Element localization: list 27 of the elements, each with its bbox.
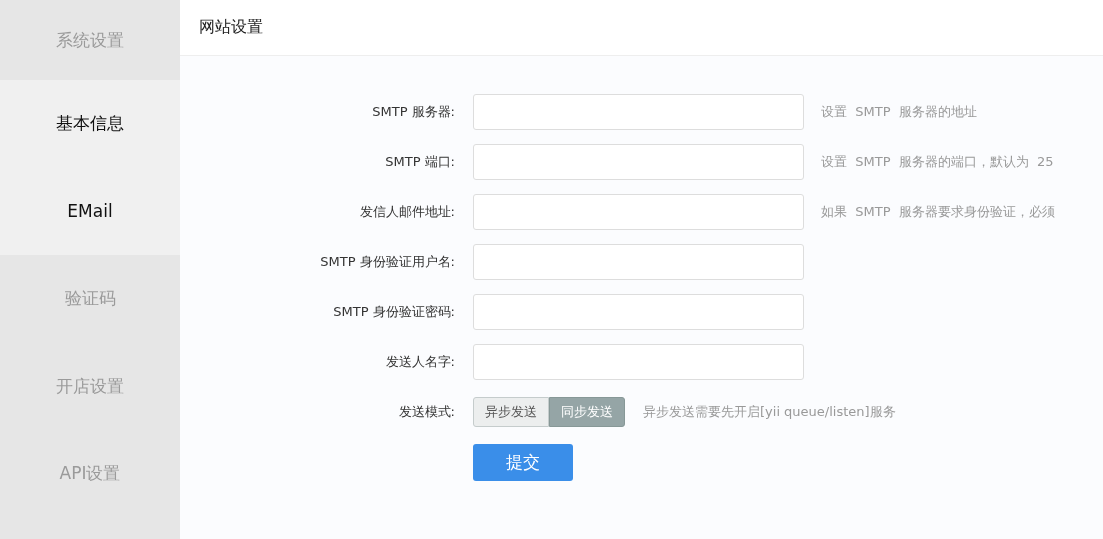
input-field[interactable] <box>473 244 804 280</box>
field-hint: 设置 SMTP 服务器的端口，默认为 25 <box>821 153 1054 171</box>
field-label: 发送模式: <box>397 403 456 421</box>
sidebar-item[interactable]: EMail <box>0 167 180 255</box>
field-hint: 如果 SMTP 服务器要求身份验证，必须 <box>821 203 1055 221</box>
sidebar-item[interactable]: 系统设置 <box>0 0 180 80</box>
field-label: SMTP 服务器: <box>371 103 456 121</box>
mode-option[interactable]: 同步发送 <box>549 397 625 427</box>
sidebar-item[interactable]: 验证码 <box>0 255 180 343</box>
input-field[interactable] <box>473 344 804 380</box>
input-field[interactable] <box>473 94 804 130</box>
sidebar-item[interactable]: 开店设置 <box>0 342 180 430</box>
field-label: SMTP 端口: <box>384 153 456 171</box>
mode-option[interactable]: 异步发送 <box>473 397 549 427</box>
submit-button[interactable]: 提交 <box>473 444 573 481</box>
field-hint: 设置 SMTP 服务器的地址 <box>821 103 977 121</box>
sidebar-item[interactable]: 基本信息 <box>0 80 180 168</box>
field-label: SMTP 身份验证密码: <box>332 303 456 321</box>
input-field[interactable] <box>473 194 804 230</box>
page-title: 网站设置 <box>199 17 263 38</box>
field-label: 发送人名字: <box>384 353 456 371</box>
sidebar-item[interactable]: API设置 <box>0 430 180 518</box>
input-field[interactable] <box>473 144 804 180</box>
field-hint: 异步发送需要先开启[yii queue/listen]服务 <box>643 403 896 421</box>
field-label: 发信人邮件地址: <box>358 203 456 221</box>
input-field[interactable] <box>473 294 804 330</box>
field-label: SMTP 身份验证用户名: <box>319 253 456 271</box>
